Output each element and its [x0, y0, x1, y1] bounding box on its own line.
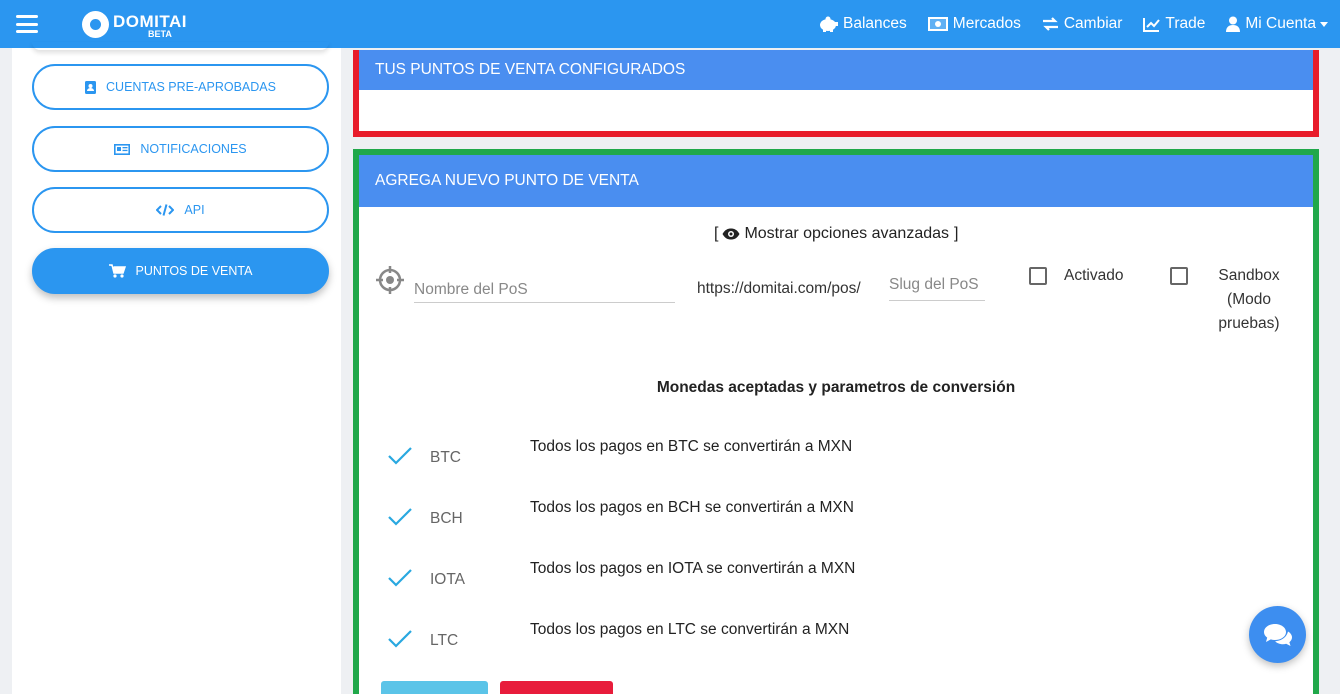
comments-icon: [1263, 623, 1292, 646]
address-book-icon: [85, 80, 97, 94]
sandbox-label-line2: (Modo: [1227, 291, 1271, 308]
exchange-icon: [1042, 17, 1058, 31]
currency-description: Todos los pagos en LTC se convertirán a …: [530, 621, 850, 638]
user-icon: [1226, 16, 1241, 32]
pos-slug-input[interactable]: [889, 269, 985, 301]
currencies-section-title: Monedas aceptadas y parametros de conver…: [656, 379, 1016, 396]
chart-line-icon: [1143, 17, 1161, 32]
sidebar-item-api[interactable]: API: [32, 187, 329, 233]
sidebar-item-label: NOTIFICACIONES: [140, 142, 247, 156]
currency-code: IOTA: [430, 571, 466, 588]
sidebar-item-label: PUNTOS DE VENTA: [135, 264, 253, 278]
sidebar-item-notificaciones[interactable]: NOTIFICACIONES: [32, 126, 329, 172]
activated-checkbox[interactable]: [1029, 267, 1047, 285]
money-bill-icon: [927, 17, 948, 31]
top-navbar: DOMITAI BETA Balances Mercados Cambiar T…: [0, 0, 1340, 48]
nav-mi-cuenta-label: Mi Cuenta: [1245, 15, 1316, 32]
check-icon[interactable]: [387, 507, 413, 527]
sidebar-item-puntos-de-venta[interactable]: PUNTOS DE VENTA: [32, 248, 329, 294]
nav-balances[interactable]: Balances: [819, 15, 907, 33]
show-advanced-options-link[interactable]: [ Mostrar opciones avanzadas ]: [714, 225, 958, 243]
nav-links: Balances Mercados Cambiar Trade Mi Cuent…: [798, 0, 1328, 48]
check-icon[interactable]: [387, 629, 413, 649]
currency-code: BCH: [430, 510, 463, 527]
nav-trade[interactable]: Trade: [1143, 15, 1205, 33]
new-pos-header: AGREGA NUEVO PUNTO DE VENTA: [359, 155, 1313, 207]
close-bracket: ]: [954, 225, 959, 242]
nav-cambiar-label: Cambiar: [1063, 15, 1123, 32]
sandbox-label: Sandbox (Modo pruebas): [1209, 264, 1289, 336]
eye-icon: [722, 228, 740, 240]
save-button[interactable]: [381, 681, 488, 694]
caret-down-icon: [1320, 21, 1328, 27]
cancel-button[interactable]: [500, 681, 613, 694]
chat-widget-button[interactable]: [1249, 606, 1306, 663]
nav-trade-label: Trade: [1165, 15, 1206, 32]
currency-description: Todos los pagos en BTC se convertirán a …: [530, 438, 853, 455]
sidebar-item-label: CUENTAS PRE-APROBADAS: [106, 80, 276, 94]
nav-cambiar[interactable]: Cambiar: [1042, 15, 1123, 33]
currency-code: BTC: [430, 449, 461, 466]
nav-mi-cuenta[interactable]: Mi Cuenta: [1226, 15, 1328, 33]
sandbox-label-line1: Sandbox: [1218, 267, 1280, 284]
check-icon[interactable]: [387, 568, 413, 588]
crosshairs-icon: [376, 266, 404, 294]
currency-description: Todos los pagos en BCH se convertirán a …: [530, 499, 854, 516]
configured-pos-header: TUS PUNTOS DE VENTA CONFIGURADOS: [359, 50, 1313, 90]
newspaper-icon: [114, 143, 131, 155]
nav-balances-label: Balances: [843, 15, 907, 32]
nav-mercados[interactable]: Mercados: [927, 15, 1021, 33]
open-bracket: [: [714, 225, 719, 242]
sidebar-button-partial[interactable]: [32, 42, 329, 50]
currency-description: Todos los pagos en IOTA se convertirán a…: [530, 560, 856, 577]
piggy-bank-icon: [820, 16, 839, 32]
domitai-logo[interactable]: DOMITAI BETA: [82, 10, 192, 40]
sandbox-label-line3: pruebas): [1218, 315, 1280, 332]
logo-mark-icon: [82, 11, 109, 38]
sidebar-item-label: API: [184, 203, 205, 217]
advanced-options-label: Mostrar opciones avanzadas: [744, 225, 950, 242]
code-icon: [156, 204, 175, 216]
check-icon[interactable]: [387, 446, 413, 466]
pos-url-prefix: https://domitai.com/pos/: [697, 280, 861, 297]
sidebar: CUENTAS PRE-APROBADAS NOTIFICACIONES API…: [12, 48, 341, 694]
activated-label: Activado: [1064, 267, 1124, 284]
beta-badge: BETA: [148, 29, 172, 39]
currency-code: LTC: [430, 632, 459, 649]
nav-mercados-label: Mercados: [952, 15, 1021, 32]
new-pos-panel: AGREGA NUEVO PUNTO DE VENTA [ Mostrar op…: [353, 149, 1319, 694]
hamburger-menu-icon[interactable]: [16, 15, 38, 33]
configured-pos-panel: TUS PUNTOS DE VENTA CONFIGURADOS: [353, 50, 1319, 137]
cart-icon: [108, 264, 126, 278]
pos-name-input[interactable]: [414, 271, 675, 303]
sidebar-item-cuentas-pre-aprobadas[interactable]: CUENTAS PRE-APROBADAS: [32, 64, 329, 110]
sandbox-checkbox[interactable]: [1170, 267, 1188, 285]
